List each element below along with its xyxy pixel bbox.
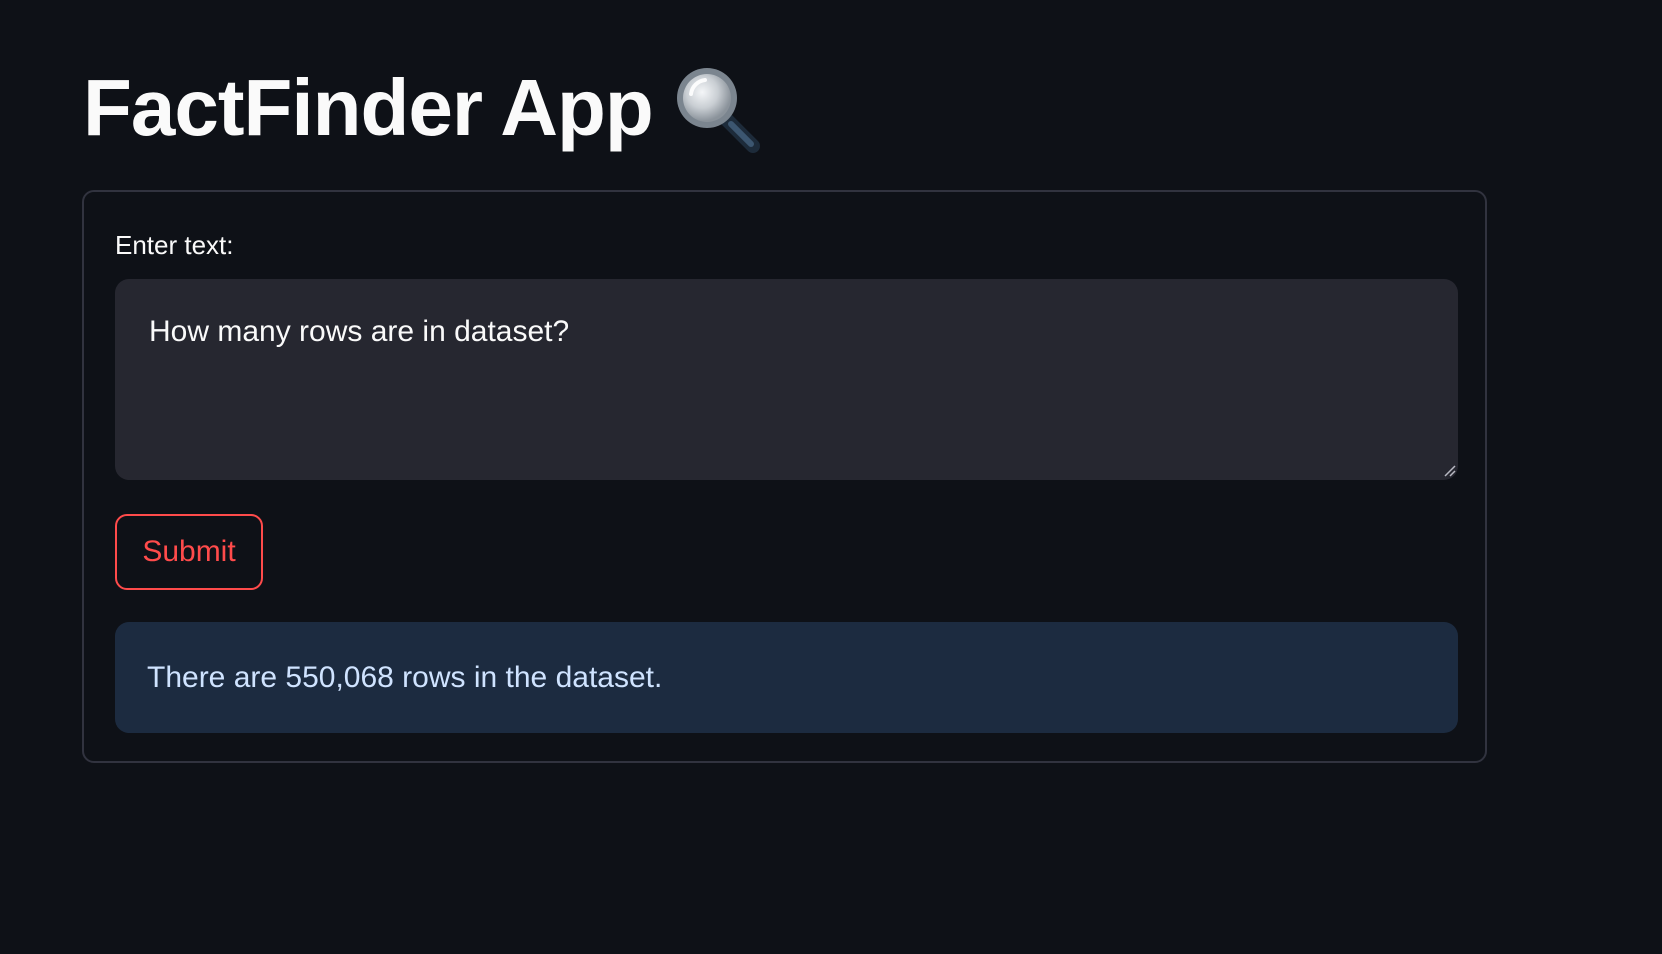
query-form: Enter text: How many rows are in dataset… (82, 190, 1487, 763)
result-message: There are 550,068 rows in the dataset. (115, 622, 1458, 733)
submit-button[interactable]: Submit (115, 514, 263, 590)
app-page: FactFinder App Enter text: How many rows… (0, 0, 1662, 954)
result-text: There are 550,068 rows in the dataset. (147, 660, 663, 694)
title-row: FactFinder App (83, 58, 765, 158)
text-input-label: Enter text: (115, 230, 234, 260)
query-text-area[interactable]: How many rows are in dataset? (115, 279, 1458, 480)
page-title: FactFinder App (83, 63, 654, 152)
magnifying-glass-icon (669, 60, 765, 156)
resize-handle-icon[interactable] (1444, 464, 1456, 477)
